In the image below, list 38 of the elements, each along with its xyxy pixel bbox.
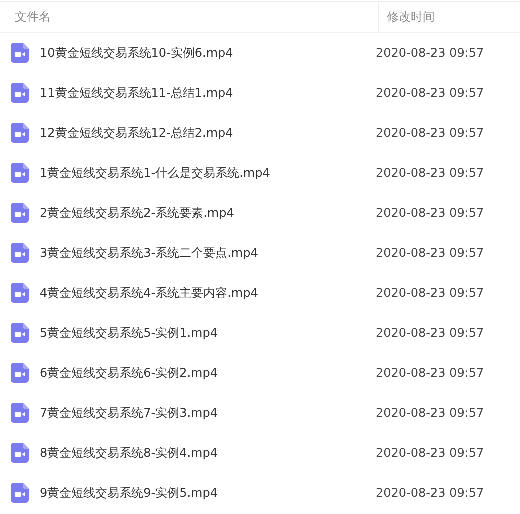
modified-time: 2020-08-23 09:57 bbox=[376, 406, 484, 420]
video-file-icon bbox=[11, 283, 29, 303]
video-file-icon bbox=[11, 123, 29, 143]
modified-time: 2020-08-23 09:57 bbox=[376, 206, 484, 220]
column-header[interactable]: 修改时间 bbox=[378, 2, 435, 32]
video-file-icon bbox=[11, 323, 29, 343]
column-header[interactable]: 文件名 bbox=[0, 8, 378, 26]
file-name[interactable]: 3黄金短线交易系统3-系统二个要点.mp4 bbox=[40, 244, 376, 262]
modified-time: 2020-08-23 09:57 bbox=[376, 46, 484, 60]
video-file-icon bbox=[11, 243, 29, 263]
file-name[interactable]: 11黄金短线交易系统11-总结1.mp4 bbox=[40, 84, 376, 102]
file-name[interactable]: 7黄金短线交易系统7-实例3.mp4 bbox=[40, 404, 376, 422]
file-name[interactable]: 6黄金短线交易系统6-实例2.mp4 bbox=[40, 364, 376, 382]
video-file-icon bbox=[11, 403, 29, 423]
video-file-icon bbox=[11, 483, 29, 503]
video-file-icon bbox=[11, 43, 29, 63]
video-file-icon bbox=[11, 443, 29, 463]
video-file-icon bbox=[11, 203, 29, 223]
modified-time: 2020-08-23 09:57 bbox=[376, 126, 484, 140]
modified-time: 2020-08-23 09:57 bbox=[376, 446, 484, 460]
modified-time: 2020-08-23 09:57 bbox=[376, 246, 484, 260]
modified-time: 2020-08-23 09:57 bbox=[376, 326, 484, 340]
file-name[interactable]: 2黄金短线交易系统2-系统要素.mp4 bbox=[40, 204, 376, 222]
file-name[interactable]: 12黄金短线交易系统12-总结2.mp4 bbox=[40, 124, 376, 142]
video-file-icon bbox=[11, 163, 29, 183]
modified-time: 2020-08-23 09:57 bbox=[376, 486, 484, 500]
file-name[interactable]: 5黄金短线交易系统5-实例1.mp4 bbox=[40, 324, 376, 342]
modified-time: 2020-08-23 09:57 bbox=[376, 86, 484, 100]
file-name[interactable]: 4黄金短线交易系统4-系统主要内容.mp4 bbox=[40, 284, 376, 302]
file-name[interactable]: 10黄金短线交易系统10-实例6.mp4 bbox=[40, 44, 376, 62]
modified-time: 2020-08-23 09:57 bbox=[376, 286, 484, 300]
video-file-icon bbox=[11, 363, 29, 383]
file-name[interactable]: 9黄金短线交易系统9-实例5.mp4 bbox=[40, 484, 376, 502]
modified-time: 2020-08-23 09:57 bbox=[376, 166, 484, 180]
modified-time: 2020-08-23 09:57 bbox=[376, 366, 484, 380]
file-name[interactable]: 1黄金短线交易系统1-什么是交易系统.mp4 bbox=[40, 164, 376, 182]
file-name[interactable]: 8黄金短线交易系统8-实例4.mp4 bbox=[40, 444, 376, 462]
video-file-icon bbox=[11, 83, 29, 103]
